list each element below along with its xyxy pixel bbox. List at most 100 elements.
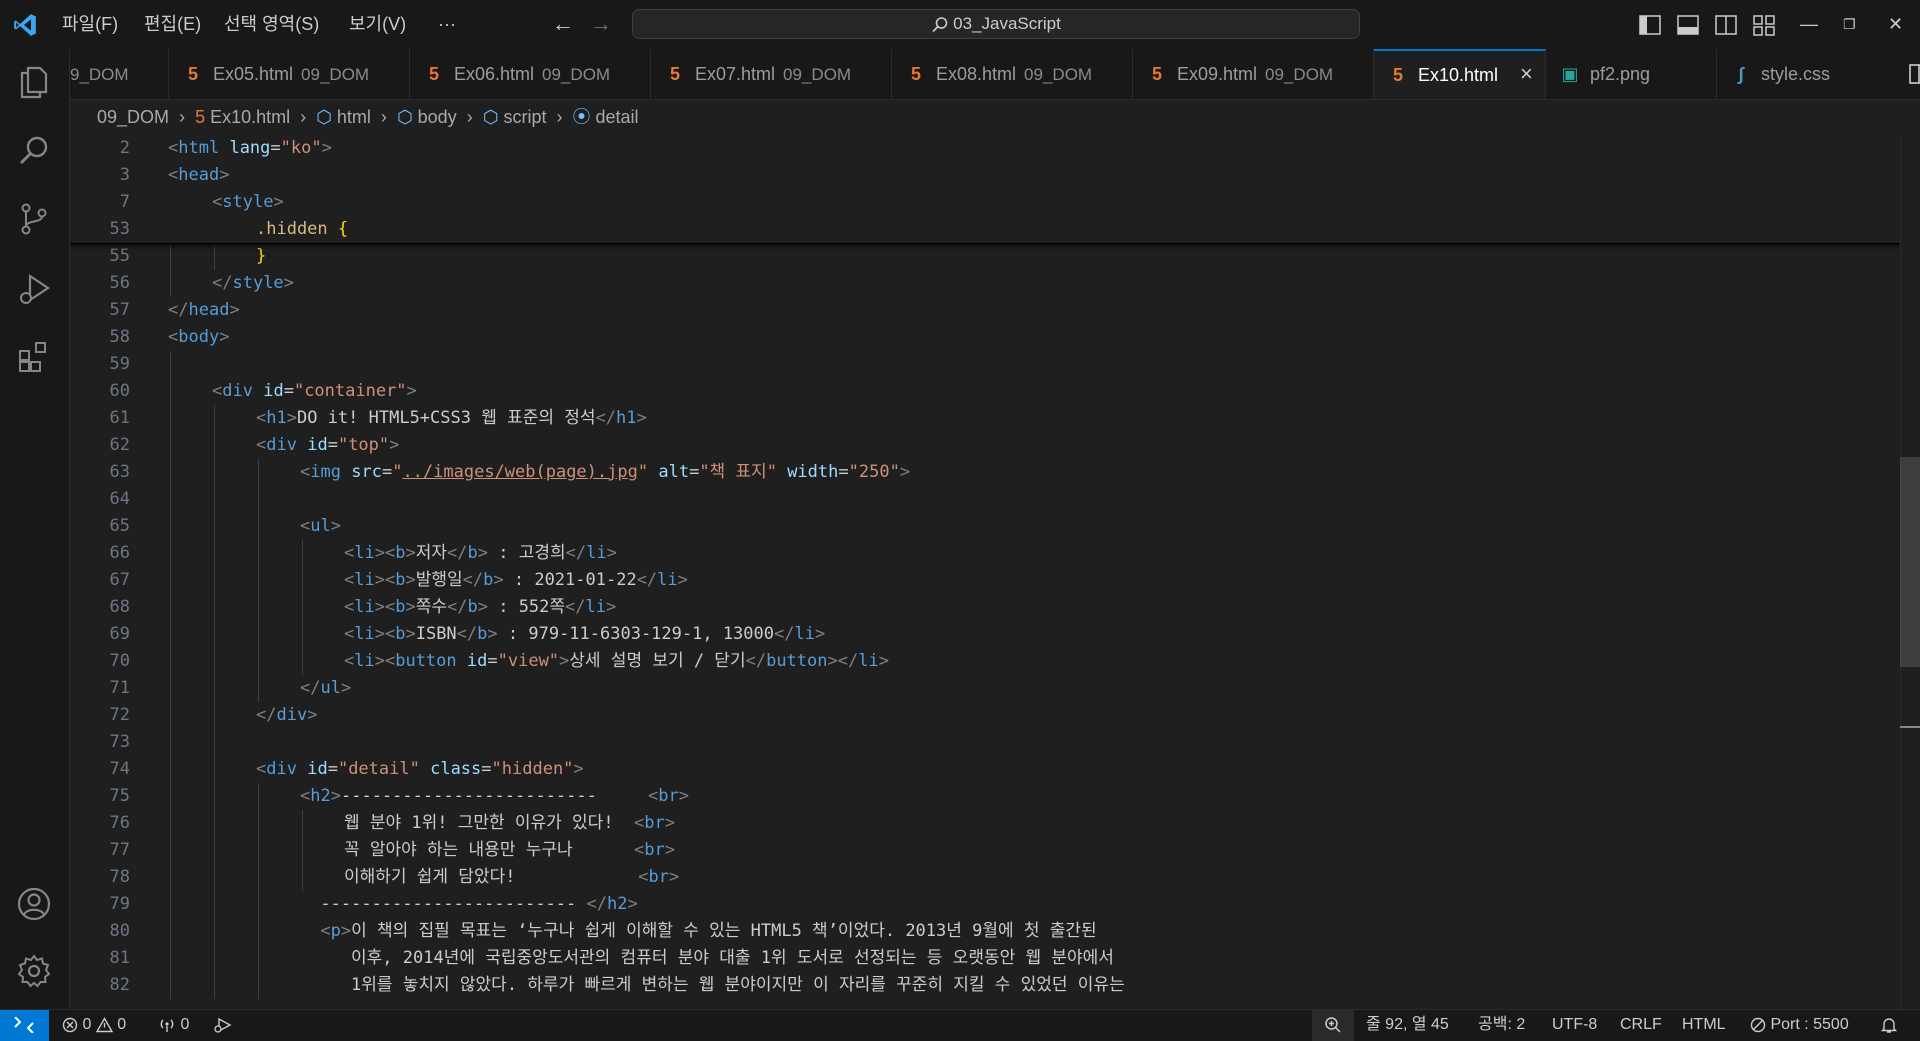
tab-ex09[interactable]: 5 Ex09.html 09_DOM: [1133, 49, 1374, 99]
code-line[interactable]: 73: [70, 729, 1900, 756]
source-control-icon[interactable]: [16, 201, 52, 237]
zoom-indicator[interactable]: [1312, 1010, 1354, 1041]
code-token: 이해하기 쉽게 담았다!: [344, 867, 639, 887]
encoding-setting[interactable]: UTF-8: [1552, 1010, 1597, 1041]
toggle-primary-sidebar-icon[interactable]: [1638, 13, 1662, 37]
indent-guide: [214, 540, 215, 567]
code-line[interactable]: 67 <li><b>발행일</b> : 2021-01-22</li>: [70, 567, 1900, 594]
command-center-search[interactable]: 03_JavaScript: [632, 9, 1360, 39]
tab-pf2-png[interactable]: ▣ pf2.png: [1546, 49, 1717, 99]
search-view-icon[interactable]: [16, 133, 52, 169]
breadcrumb-html[interactable]: ⬡ html: [316, 99, 371, 135]
code-line[interactable]: 7 <style>: [70, 189, 1900, 216]
code-line[interactable]: 63 <img src="../images/web(page).jpg" alt…: [70, 459, 1900, 486]
vscode-logo-icon[interactable]: [12, 12, 38, 38]
breadcrumb-body[interactable]: ⬡ body: [397, 99, 457, 135]
code-line[interactable]: 55}: [70, 243, 1900, 270]
code-line[interactable]: 72 </div>: [70, 702, 1900, 729]
code-editor[interactable]: 2 <html lang="ko"> 3 <head> 7 <style> 53 .hidde…: [70, 135, 1900, 1009]
debug-indicator[interactable]: [212, 1010, 232, 1041]
code-line[interactable]: 62 <div id="top">: [70, 432, 1900, 459]
code-line[interactable]: 74 <div id="detail" class="hidden">: [70, 756, 1900, 783]
toggle-panel-icon[interactable]: [1676, 13, 1700, 37]
cursor-position[interactable]: 줄 92, 열 45: [1366, 1010, 1449, 1041]
indent-guide: [214, 513, 215, 540]
tab-ex07[interactable]: 5 Ex07.html 09_DOM: [651, 49, 892, 99]
code-line[interactable]: 61 <h1>DO it! HTML5+CSS3 웹 표준의 정석</h1>: [70, 405, 1900, 432]
close-window-icon[interactable]: ✕: [1888, 12, 1903, 36]
code-line[interactable]: 71 </ul>: [70, 675, 1900, 702]
indentation-setting[interactable]: 공백: 2: [1478, 1010, 1525, 1041]
tab-ex08[interactable]: 5 Ex08.html 09_DOM: [892, 49, 1133, 99]
tab-ex10-active[interactable]: 5 Ex10.html ×: [1374, 49, 1546, 99]
code-line[interactable]: 68 <li><b>쪽수</b> : 552쪽</li>: [70, 594, 1900, 621]
code-line[interactable]: 53 .hidden {: [70, 216, 1900, 243]
problems-indicator[interactable]: 0 0: [62, 1010, 126, 1041]
indent-guide: [258, 675, 259, 702]
code-line[interactable]: 80 <p>이 책의 집필 목표는 ‘누구나 쉽게 이해할 수 있는 HTML5 …: [70, 918, 1900, 945]
split-editor-icon[interactable]: [1908, 63, 1920, 85]
code-line[interactable]: 56 </style>: [70, 270, 1900, 297]
code-line[interactable]: 77 꼭 알아야 하는 내용만 누구나 <br>: [70, 837, 1900, 864]
code-token: style: [232, 273, 284, 293]
minimize-icon[interactable]: —: [1800, 12, 1818, 36]
code-token: >: [678, 786, 690, 806]
run-debug-icon[interactable]: [16, 271, 52, 307]
code-line[interactable]: 66 <li><b>저자</b> : 고경희</li>: [70, 540, 1900, 567]
code-line[interactable]: 59: [70, 351, 1900, 378]
customize-layout-icon[interactable]: [1752, 13, 1776, 37]
close-tab-icon[interactable]: ×: [1520, 61, 1533, 86]
code-token: button: [766, 651, 828, 671]
extensions-icon[interactable]: [16, 339, 52, 375]
toggle-secondary-sidebar-icon[interactable]: [1714, 13, 1738, 37]
code-line[interactable]: 60 <div id="container">: [70, 378, 1900, 405]
code-line[interactable]: 57 </head>: [70, 297, 1900, 324]
restore-icon[interactable]: ❐: [1843, 12, 1856, 36]
code-line[interactable]: 76 웹 분야 1위! 그만한 이유가 있다! <br>: [70, 810, 1900, 837]
breadcrumb-file[interactable]: 5 Ex10.html: [195, 99, 290, 135]
indent-guide: [170, 864, 171, 891]
tab-label: style.css: [1761, 64, 1831, 84]
breadcrumb-folder[interactable]: 09_DOM: [97, 99, 169, 135]
menu-file[interactable]: 파일(F): [60, 12, 120, 36]
line-ending-setting[interactable]: CRLF: [1620, 1010, 1662, 1041]
breadcrumb-script[interactable]: ⬡ script: [483, 99, 547, 135]
code-line[interactable]: 82 1위를 놓치지 않았다. 하루가 빠르게 변하는 웹 분야이지만 이 자리를…: [70, 972, 1900, 999]
ports-indicator[interactable]: 0: [158, 1010, 189, 1041]
notifications-bell-icon[interactable]: [1880, 1010, 1898, 1041]
back-arrow-icon[interactable]: ←: [552, 12, 574, 36]
code-line[interactable]: 75 <h2>------------------------- <br>: [70, 783, 1900, 810]
code-line[interactable]: 3 <head>: [70, 162, 1900, 189]
menu-edit[interactable]: 편집(E): [142, 12, 203, 36]
tab-ex06[interactable]: 5 Ex06.html 09_DOM: [410, 49, 651, 99]
menu-selection[interactable]: 선택 영역(S): [222, 12, 321, 36]
tab-09dom-partial[interactable]: 9_DOM: [70, 49, 169, 99]
menu-view[interactable]: 보기(V): [347, 12, 408, 36]
code-line[interactable]: 78 이해하기 쉽게 담았다! <br>: [70, 864, 1900, 891]
scrollbar-thumb[interactable]: [1900, 457, 1920, 667]
code-line[interactable]: 2 <html lang="ko">: [70, 135, 1900, 162]
account-icon[interactable]: [16, 886, 52, 922]
forward-arrow-icon[interactable]: →: [590, 12, 612, 36]
menu-more[interactable]: ···: [436, 12, 458, 36]
live-server-port[interactable]: Port : 5500: [1750, 1010, 1849, 1041]
tab-style-css[interactable]: ∫ style.css: [1717, 49, 1920, 99]
settings-gear-icon[interactable]: [16, 953, 52, 989]
code-line[interactable]: 64: [70, 486, 1900, 513]
breadcrumb-detail[interactable]: ⦿ detail: [573, 99, 639, 135]
code-line[interactable]: 65 <ul>: [70, 513, 1900, 540]
code-line[interactable]: 58 <body>: [70, 324, 1900, 351]
explorer-icon[interactable]: [16, 64, 52, 100]
language-mode[interactable]: HTML: [1682, 1010, 1726, 1041]
tab-ex05[interactable]: 5 Ex05.html 09_DOM: [169, 49, 410, 99]
code-line[interactable]: 79 ------------------------- </h2>: [70, 891, 1900, 918]
indent-guide: [170, 891, 171, 918]
code-token: >: [814, 624, 826, 644]
sticky-scroll-header[interactable]: 2 <html lang="ko"> 3 <head> 7 <style> 53 .hidde…: [70, 135, 1900, 244]
code-line[interactable]: 81 이후, 2014년에 국립중앙도서관의 컴퓨터 분야 대출 1위 도서로 선…: [70, 945, 1900, 972]
code-line[interactable]: 70 <li><button id="view">상세 설명 보기 / 닫기</b…: [70, 648, 1900, 675]
indent-guide: [170, 729, 171, 756]
remote-indicator[interactable]: [0, 1010, 49, 1041]
code-line[interactable]: 69 <li><b>ISBN</b> : 979-11-6303-129-1, 1…: [70, 621, 1900, 648]
